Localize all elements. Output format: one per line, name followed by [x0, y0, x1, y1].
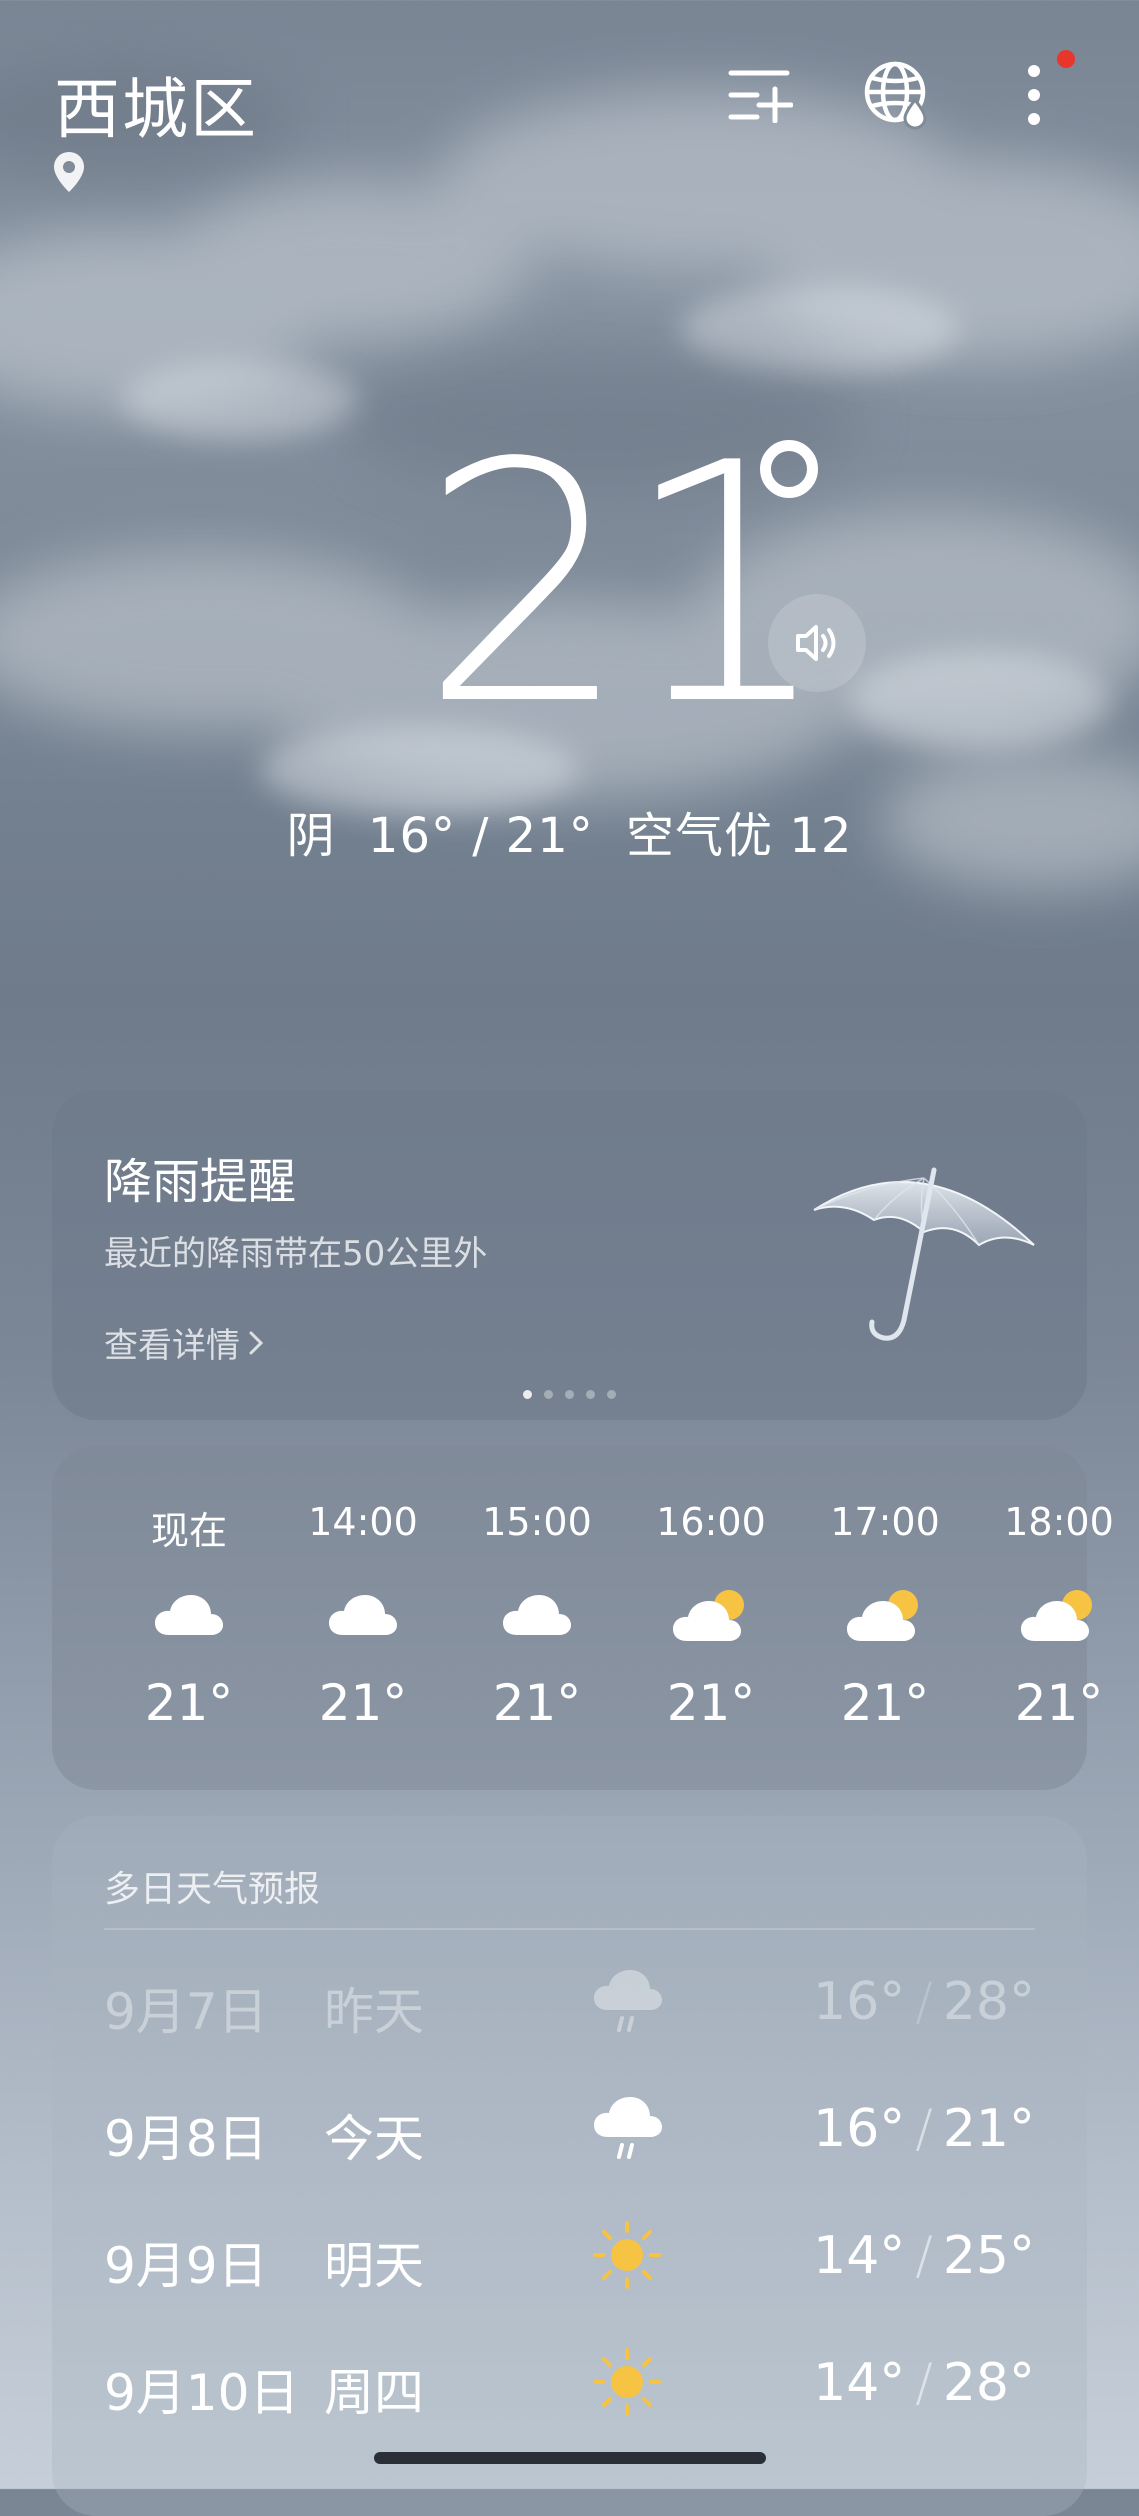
hour-time: 18:00: [1004, 1500, 1114, 1544]
hour-item[interactable]: 17:00 21°: [798, 1500, 972, 1732]
day-temps: 16°/28°: [813, 1972, 1035, 2032]
day-date: 9月8日: [104, 2110, 268, 2168]
notification-dot: [1057, 50, 1075, 68]
day-temps: 14°/25°: [813, 2226, 1035, 2286]
rain-alert-card[interactable]: 降雨提醒 最近的降雨带在50公里外 查看详情: [52, 1090, 1087, 1420]
speaker-icon: [796, 625, 836, 661]
temp-separator: /: [915, 2353, 933, 2413]
city-list-add-icon: [728, 70, 793, 123]
view-details-label: 查看详情: [104, 1326, 240, 1366]
high-temp: 25°: [942, 2226, 1035, 2286]
hour-time: 17:00: [830, 1500, 940, 1544]
voice-broadcast-button[interactable]: [768, 594, 866, 692]
city-name[interactable]: 西城区: [54, 56, 258, 152]
location-pin-icon: [54, 152, 84, 192]
degree-symbol: [760, 440, 818, 498]
cloud-icon: [503, 1595, 571, 1635]
high-temp: 28°: [942, 1972, 1035, 2032]
rain-alert-subtitle: 最近的降雨带在50公里外: [104, 1234, 488, 1274]
hour-item[interactable]: 15:00 21°: [450, 1500, 624, 1732]
light-rain-icon: [594, 1970, 662, 2032]
page-indicator: [52, 1390, 1087, 1399]
home-indicator[interactable]: [374, 2452, 766, 2464]
hour-item[interactable]: 现在 21°: [102, 1500, 276, 1732]
page-dot-active: [523, 1390, 532, 1399]
condition-text: 阴: [286, 808, 336, 864]
hour-temp: 21°: [492, 1674, 582, 1732]
day-temps: 16°/21°: [813, 2099, 1035, 2159]
page-dot: [607, 1390, 616, 1399]
day-row-thursday[interactable]: 9月10日 周四 14°/28°: [52, 2327, 1087, 2437]
hourly-forecast-card[interactable]: 现在 21° 14:00 21° 15:00 21° 16:00 21° 17:…: [52, 1446, 1114, 1790]
hour-time: 现在: [150, 1509, 227, 1553]
hour-temp: 21°: [1014, 1674, 1104, 1732]
temp-separator: /: [915, 2099, 933, 2159]
global-weather-button[interactable]: [858, 55, 938, 135]
day-date: 9月9日: [104, 2237, 268, 2295]
low-temp: 14°: [813, 2353, 906, 2413]
rain-alert-title: 降雨提醒: [104, 1154, 297, 1210]
day-name: 明天: [324, 2237, 424, 2295]
chevron-right-icon: [249, 1331, 264, 1354]
hour-item[interactable]: 18:00 21°: [972, 1500, 1139, 1732]
day-name: 今天: [324, 2110, 424, 2168]
hour-temp: 21°: [318, 1674, 408, 1732]
hour-temp: 21°: [840, 1674, 930, 1732]
day-row-yesterday[interactable]: 9月7日 昨天 16°/28°: [52, 1946, 1087, 2056]
hour-time: 14:00: [308, 1500, 418, 1544]
page-dot: [544, 1390, 553, 1399]
temp-separator: /: [915, 1972, 933, 2032]
day-name: 周四: [324, 2364, 424, 2422]
partly-cloudy-sun-icon: [847, 1590, 918, 1641]
page-dot: [565, 1390, 574, 1399]
day-temps: 14°/28°: [813, 2353, 1035, 2413]
hour-temp: 21°: [666, 1674, 756, 1732]
divider: [104, 1928, 1035, 1930]
air-quality-text[interactable]: 空气优 12: [626, 808, 852, 864]
day-date: 9月7日: [104, 1983, 268, 2041]
page-dot: [586, 1390, 595, 1399]
high-temp: 21°: [942, 2099, 1035, 2159]
umbrella-icon: [813, 1167, 1035, 1341]
sun-icon: [593, 2221, 661, 2289]
hour-item[interactable]: 14:00 21°: [276, 1500, 450, 1732]
temp-separator: /: [915, 2226, 933, 2286]
city-list-button[interactable]: [720, 55, 800, 135]
low-temp: 16°: [813, 1972, 906, 2032]
daily-forecast-title: 多日天气预报: [104, 1869, 321, 1910]
cloud-icon: [155, 1595, 223, 1635]
low-temp: 16°: [813, 2099, 906, 2159]
light-rain-icon: [594, 2097, 662, 2159]
cloud-icon: [329, 1595, 397, 1635]
day-date: 9月10日: [104, 2364, 300, 2422]
day-row-tomorrow[interactable]: 9月9日 明天 14°/25°: [52, 2200, 1087, 2310]
globe-rain-icon: [864, 61, 927, 130]
hour-item[interactable]: 16:00 21°: [624, 1500, 798, 1732]
partly-cloudy-sun-icon: [1021, 1590, 1092, 1641]
high-temp: 28°: [942, 2353, 1035, 2413]
hour-temp: 21°: [144, 1674, 234, 1732]
sun-icon: [593, 2348, 661, 2416]
view-details-link[interactable]: 查看详情: [104, 1318, 266, 1367]
weather-summary: 阴 16° / 21° 空气优 12: [0, 796, 1139, 866]
hour-time: 15:00: [482, 1500, 592, 1544]
more-vertical-icon: [1028, 65, 1040, 125]
day-row-today[interactable]: 9月8日 今天 16°/21°: [52, 2073, 1087, 2183]
low-temp: 14°: [813, 2226, 906, 2286]
hour-time: 16:00: [656, 1500, 766, 1544]
partly-cloudy-sun-icon: [673, 1590, 744, 1641]
temp-range-text: 16° / 21°: [367, 808, 594, 864]
daily-forecast-card[interactable]: 多日天气预报 9月7日 昨天 16°/28° 9月8日 今天 16°/21° 9…: [52, 1816, 1087, 2516]
day-name: 昨天: [324, 1983, 424, 2041]
